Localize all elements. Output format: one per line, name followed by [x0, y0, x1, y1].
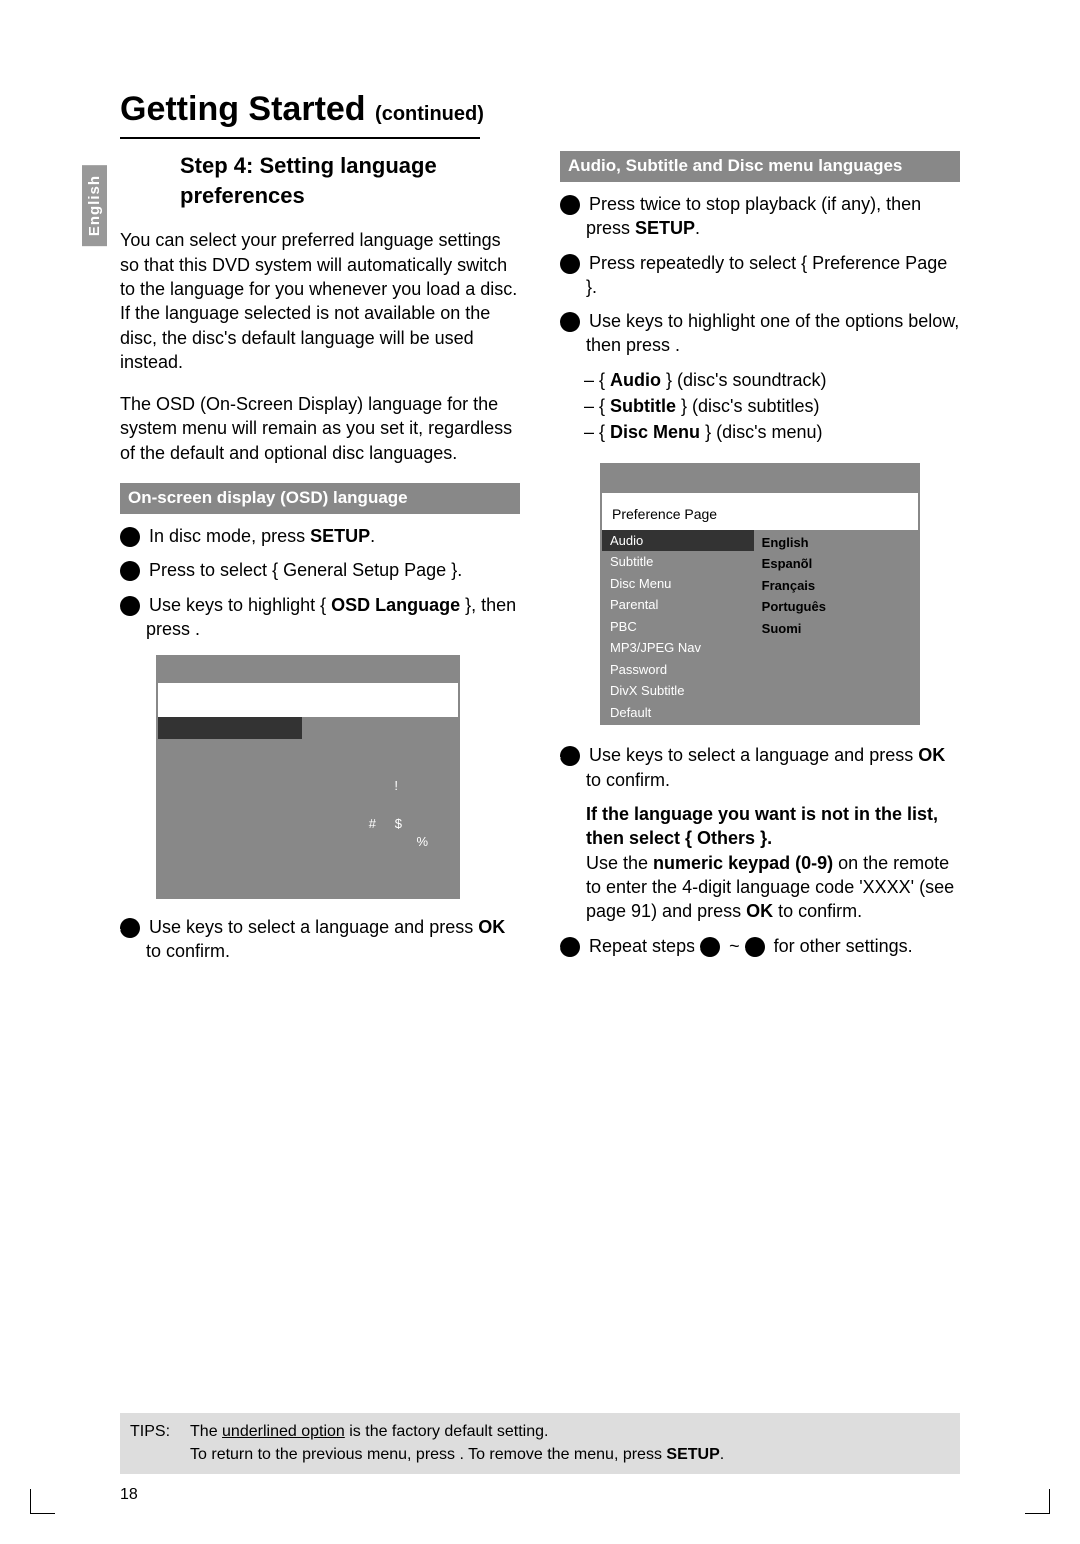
audio-section-bar: Audio, Subtitle and Disc menu languages: [560, 151, 960, 182]
preference-menu-illustration: Preference Page Audio Subtitle Disc Menu…: [600, 463, 920, 726]
menu-item: Espanõl: [754, 553, 918, 575]
menu-item: Português: [754, 596, 918, 618]
page-number: 18: [120, 1486, 138, 1504]
right-column: Audio, Subtitle and Disc menu languages …: [560, 151, 960, 974]
option-audio: – { Audio } (disc's soundtrack): [560, 368, 960, 392]
title-continued: (continued): [375, 103, 484, 125]
menu-title: Preference Page: [602, 499, 918, 530]
menu-item: English: [754, 532, 918, 554]
step-number-icon: 4: [560, 746, 580, 766]
osd-menu-illustration: ! # $ %: [156, 655, 460, 899]
menu-item: Subtitle: [602, 551, 754, 573]
intro-paragraph-2: The OSD (On-Screen Display) language for…: [120, 392, 520, 465]
menu-item: Français: [754, 575, 918, 597]
menu-item: Disc Menu: [602, 573, 754, 595]
page: Getting Started (continued) Step 4: Sett…: [0, 0, 1080, 1024]
section-heading: Step 4: Setting language preferences: [120, 151, 520, 210]
menu-item: Audio: [602, 530, 754, 552]
menu-item: DivX Subtitle: [602, 680, 754, 702]
menu-right-list: English Espanõl Français Português Suomi: [754, 530, 918, 724]
right-step-3: 3 Use keys to highlight one of the optio…: [560, 309, 960, 358]
intro-paragraph-1: You can select your preferred language s…: [120, 228, 520, 374]
option-discmenu: – { Disc Menu } (disc's menu): [560, 420, 960, 444]
menu-item: MP3/JPEG Nav: [602, 637, 754, 659]
osd-step-1: 1 In disc mode, press SETUP.: [120, 524, 520, 548]
osd-mark: !: [394, 777, 398, 795]
step-number-icon: 3: [560, 312, 580, 332]
osd-mark: #: [369, 815, 376, 833]
menu-left-list: Audio Subtitle Disc Menu Parental PBC MP…: [602, 530, 754, 724]
step-number-icon: 2: [120, 561, 140, 581]
step-number-icon: 1: [120, 527, 140, 547]
tips-label: TIPS:: [130, 1421, 170, 1466]
title-rule: [120, 137, 480, 139]
menu-item: Suomi: [754, 618, 918, 640]
osd-section-bar: On-screen display (OSD) language: [120, 483, 520, 514]
menu-item: Default: [602, 702, 754, 724]
step-number-icon: 3: [120, 596, 140, 616]
left-column: Step 4: Setting language preferences You…: [120, 151, 520, 974]
osd-step-2: 2 Press to select { General Setup Page }…: [120, 558, 520, 582]
menu-item: PBC: [602, 616, 754, 638]
osd-step-4: 4 Use keys to select a language and pres…: [120, 915, 520, 964]
step-number-icon: 2: [560, 254, 580, 274]
step-ref-icon: 4: [745, 937, 765, 957]
tips-bar: TIPS: The underlined option is the facto…: [120, 1413, 960, 1474]
step-number-icon: 5: [560, 937, 580, 957]
others-note: If the language you want is not in the l…: [560, 802, 960, 923]
tips-text: The underlined option is the factory def…: [190, 1421, 724, 1466]
right-step-2: 2 Press repeatedly to select { Preferenc…: [560, 251, 960, 300]
osd-mark: $: [395, 815, 402, 833]
title-main: Getting Started: [120, 90, 366, 128]
right-step-5: 5 Repeat steps 3 ~ 4 for other settings.: [560, 934, 960, 958]
option-subtitle: – { Subtitle } (disc's subtitles): [560, 394, 960, 418]
step-number-icon: 1: [560, 195, 580, 215]
page-title: Getting Started (continued): [120, 90, 960, 129]
crop-mark-icon: [1025, 1489, 1050, 1514]
menu-item: Parental: [602, 594, 754, 616]
right-step-1: 1 Press twice to stop playback (if any),…: [560, 192, 960, 241]
right-step-4: 4 Use keys to select a language and pres…: [560, 743, 960, 792]
step-ref-icon: 3: [700, 937, 720, 957]
osd-step-3: 3 Use keys to highlight { OSD Language }…: [120, 593, 520, 642]
step-number-icon: 4: [120, 918, 140, 938]
crop-mark-icon: [30, 1489, 55, 1514]
menu-item: Password: [602, 659, 754, 681]
osd-mark: %: [416, 833, 428, 851]
